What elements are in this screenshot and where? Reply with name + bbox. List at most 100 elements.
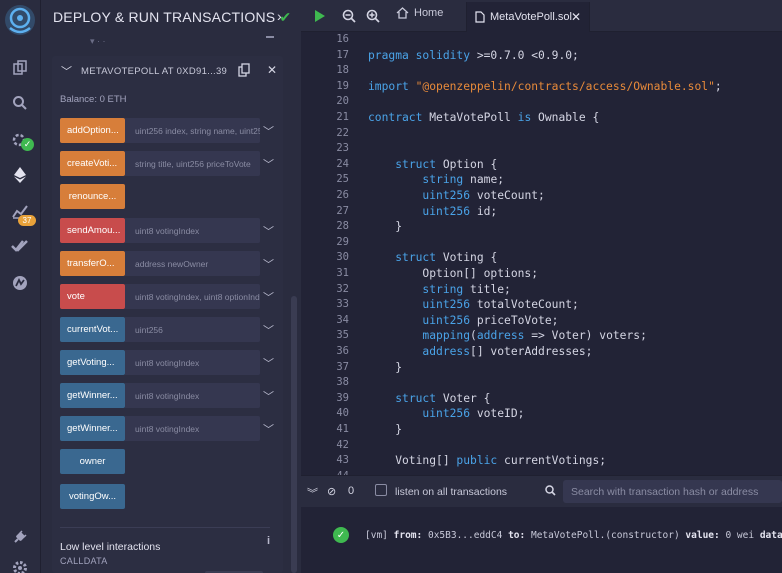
low-level-section: Low level interactions i	[60, 527, 270, 555]
clear-instances-icon[interactable]	[266, 36, 274, 39]
function-button[interactable]: createVoti...	[60, 151, 125, 176]
zoom-out-icon[interactable]	[339, 6, 359, 26]
code-line[interactable]: 20	[301, 94, 782, 110]
line-text: contract MetaVotePoll is Ownable {	[368, 111, 600, 124]
function-button[interactable]: getVoting...	[60, 350, 125, 375]
function-args-input[interactable]: uint8 votingIndex	[125, 416, 260, 441]
code-line[interactable]: 40 uint256 voteID;	[301, 406, 782, 422]
function-args-input[interactable]: uint8 votingIndex, uint8 optionIndex	[125, 284, 260, 309]
panel-scrollbar[interactable]	[291, 296, 297, 573]
gauge-icon[interactable]	[8, 271, 32, 295]
function-button[interactable]: renounce...	[60, 184, 125, 209]
expand-args-chevron-icon[interactable]: ﹀	[263, 223, 274, 239]
line-text: uint256 id;	[422, 204, 498, 218]
code-line[interactable]: 42	[301, 438, 782, 454]
clear-console-icon[interactable]: ⊘	[327, 485, 336, 498]
code-line[interactable]: 25 string name;	[301, 172, 782, 188]
search-icon[interactable]	[8, 91, 32, 115]
expand-args-chevron-icon[interactable]: ﹀	[263, 156, 274, 172]
line-number: 37	[336, 360, 349, 373]
code-line[interactable]: 41 }	[301, 422, 782, 438]
function-args-input[interactable]: address newOwner	[125, 251, 260, 276]
listen-label: listen on all transactions	[395, 486, 508, 498]
code-editor[interactable]: 16 17 pragma solidity >=0.7.0 <0.9.0; 18 19 i…	[301, 32, 782, 475]
code-line[interactable]: 35 mapping(address => Voter) voters;	[301, 328, 782, 344]
log-entry[interactable]: ✓ [vm] from: 0x5B3...eddC4 to: MetaVoteP…	[333, 525, 782, 545]
copy-address-icon[interactable]	[238, 63, 250, 77]
code-line[interactable]: 26 uint256 voteCount;	[301, 188, 782, 204]
deploy-run-icon[interactable]	[8, 163, 32, 187]
code-line[interactable]: 17 pragma solidity >=0.7.0 <0.9.0;	[301, 48, 782, 64]
line-number: 25	[336, 173, 349, 186]
line-text: string title;	[422, 282, 511, 296]
code-line[interactable]: 27 uint256 id;	[301, 204, 782, 220]
expand-args-chevron-icon[interactable]: ﹀	[263, 289, 274, 305]
expand-args-chevron-icon[interactable]: ﹀	[263, 388, 274, 404]
close-instance-icon[interactable]: ✕	[267, 63, 277, 77]
code-line[interactable]: 21 contract MetaVotePoll is Ownable {	[301, 110, 782, 126]
function-args-input[interactable]: uint8 votingIndex	[125, 383, 260, 408]
expand-args-chevron-icon[interactable]: ﹀	[263, 322, 274, 338]
line-number: 19	[336, 79, 349, 92]
code-line[interactable]: 29	[301, 235, 782, 251]
icon-rail: ✓ 37	[0, 0, 40, 573]
code-line[interactable]: 37 }	[301, 360, 782, 376]
code-line[interactable]: 23	[301, 141, 782, 157]
info-icon[interactable]: i	[267, 535, 270, 547]
close-tab-icon[interactable]: ✕	[571, 10, 581, 24]
code-line[interactable]: 32 string title;	[301, 282, 782, 298]
code-line[interactable]: 30 struct Voting {	[301, 250, 782, 266]
expand-args-chevron-icon[interactable]: ﹀	[263, 256, 274, 272]
function-button[interactable]: getWinner...	[60, 383, 125, 408]
function-args-input[interactable]: string title, uint256 priceToVote	[125, 151, 260, 176]
function-args-input[interactable]: uint8 votingIndex	[125, 218, 260, 243]
line-number: 21	[336, 111, 349, 123]
code-line[interactable]: 31 Option[] options;	[301, 266, 782, 282]
listen-checkbox[interactable]	[375, 484, 387, 496]
line-text: string name;	[422, 173, 505, 187]
function-args-input[interactable]: uint8 votingIndex	[125, 350, 260, 375]
function-button[interactable]: owner	[60, 449, 125, 474]
editor-tabbar: Home MetaVotePoll.sol ✕	[301, 0, 782, 32]
double-check-icon[interactable]	[8, 234, 32, 258]
code-line[interactable]: 28 }	[301, 219, 782, 235]
settings-gear-icon[interactable]	[8, 556, 32, 573]
code-line[interactable]: 43 Voting[] public currentVotings;	[301, 453, 782, 469]
function-button[interactable]: votingOw...	[60, 484, 125, 509]
collapse-terminal-icon[interactable]: ︾	[307, 485, 318, 501]
code-line[interactable]: 33 uint256 totalVoteCount;	[301, 297, 782, 313]
chevron-down-icon[interactable]: ﹀	[61, 63, 72, 79]
instance-header[interactable]: ﹀ METAVOTEPOLL AT 0XD91...39138 ✕	[52, 56, 283, 86]
code-line[interactable]: 36 address[] voterAddresses;	[301, 344, 782, 360]
code-line[interactable]: 18	[301, 63, 782, 79]
function-button[interactable]: sendAmou...	[60, 218, 125, 243]
tab-home[interactable]: Home	[396, 7, 443, 19]
transaction-search-input[interactable]: Search with transaction hash or address	[563, 480, 782, 503]
function-button[interactable]: addOption...	[60, 118, 125, 143]
code-line[interactable]: 38	[301, 375, 782, 391]
expand-args-chevron-icon[interactable]: ﹀	[263, 123, 274, 139]
expand-args-chevron-icon[interactable]: ﹀	[263, 355, 274, 371]
zoom-in-icon[interactable]	[363, 6, 383, 26]
function-args-input[interactable]: uint256	[125, 317, 260, 342]
code-line[interactable]: 19 import "@openzeppelin/contracts/access…	[301, 79, 782, 95]
function-args-input[interactable]: uint256 index, string name, uint256 id	[125, 118, 260, 143]
tab-metavotepoll[interactable]: MetaVotePoll.sol ✕	[466, 2, 590, 32]
function-button[interactable]: getWinner...	[60, 416, 125, 441]
function-button[interactable]: currentVot...	[60, 317, 125, 342]
code-line[interactable]: 24 struct Option {	[301, 157, 782, 173]
code-line[interactable]: 39 struct Voter {	[301, 391, 782, 407]
remix-logo-icon[interactable]	[2, 2, 38, 38]
plugin-manager-plug-icon[interactable]	[8, 525, 32, 549]
code-line[interactable]: 22	[301, 126, 782, 142]
chevron-right-icon[interactable]: ›	[277, 8, 282, 24]
code-line[interactable]: 16	[301, 32, 782, 48]
run-script-play-icon[interactable]	[310, 6, 330, 26]
file-explorer-icon[interactable]	[8, 56, 32, 80]
function-button[interactable]: transferO...	[60, 251, 125, 276]
code-line[interactable]: 34 uint256 priceToVote;	[301, 313, 782, 329]
function-button[interactable]: vote	[60, 284, 125, 309]
expand-args-chevron-icon[interactable]: ﹀	[263, 421, 274, 437]
line-number: 40	[336, 407, 349, 420]
line-number: 43	[336, 454, 349, 467]
